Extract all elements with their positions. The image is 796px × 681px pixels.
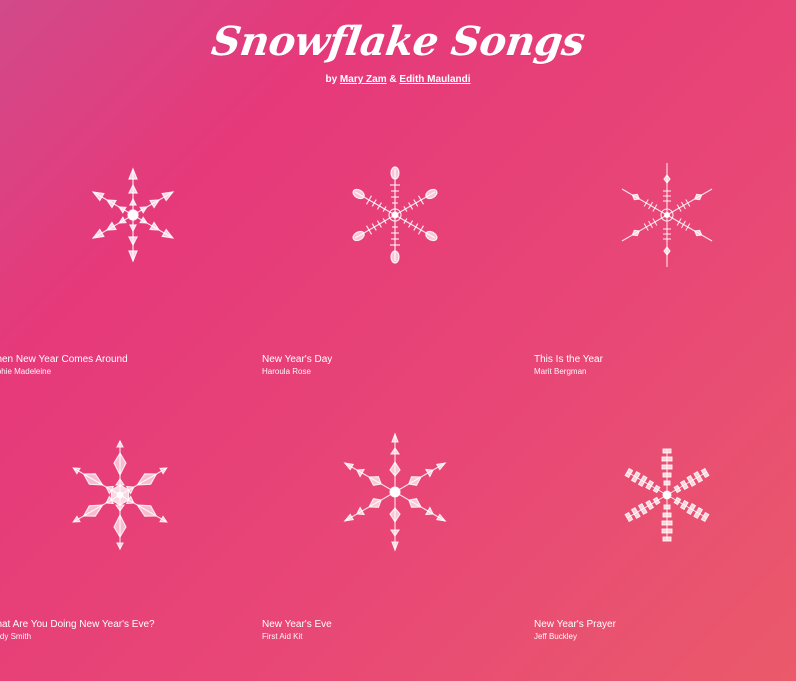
song-title[interactable]: New Year's Prayer bbox=[534, 619, 796, 631]
snowflake-icon[interactable] bbox=[340, 160, 450, 270]
song-caption: New Year's Eve First Aid Kit bbox=[262, 619, 528, 642]
song-caption: New Year's Prayer Jeff Buckley bbox=[534, 619, 796, 642]
song-artist: Mindy Smith bbox=[0, 632, 32, 641]
song-artist: Marit Bergman bbox=[534, 367, 587, 376]
song-card[interactable] bbox=[262, 428, 528, 556]
song-artist: First Aid Kit bbox=[262, 632, 303, 641]
snowflake-icon[interactable] bbox=[78, 160, 188, 270]
song-caption: When New Year Comes Around Sophie Madele… bbox=[0, 354, 253, 377]
song-card[interactable] bbox=[534, 160, 796, 270]
song-title[interactable]: New Year's Day bbox=[262, 354, 528, 366]
byline-prefix: by bbox=[325, 74, 338, 85]
song-card[interactable] bbox=[534, 440, 796, 550]
snowflake-icon[interactable] bbox=[60, 435, 180, 555]
song-title[interactable]: New Year's Eve bbox=[262, 619, 528, 631]
author-link-edith-maulandi[interactable]: Edith Maulandi bbox=[399, 74, 470, 85]
author-link-mary-zam[interactable]: Mary Zam bbox=[340, 74, 387, 85]
page-title: Snowflake Songs bbox=[208, 18, 588, 65]
song-card[interactable] bbox=[0, 160, 266, 270]
song-artist: Jeff Buckley bbox=[534, 632, 577, 641]
song-title[interactable]: When New Year Comes Around bbox=[0, 354, 253, 366]
song-card[interactable] bbox=[262, 160, 528, 270]
song-artist: Sophie Madeleine bbox=[0, 367, 52, 376]
snowflake-icon[interactable] bbox=[331, 428, 459, 556]
song-card[interactable] bbox=[0, 435, 253, 555]
snowflake-icon[interactable] bbox=[612, 160, 722, 270]
snowflake-icon[interactable] bbox=[612, 440, 722, 550]
song-artist: Haroula Rose bbox=[262, 367, 311, 376]
byline: by Mary Zam & Edith Maulandi bbox=[0, 74, 796, 85]
song-caption: New Year's Day Haroula Rose bbox=[262, 354, 528, 377]
song-title[interactable]: This Is the Year bbox=[534, 354, 796, 366]
page-header: Snowflake Songs by Mary Zam & Edith Maul… bbox=[0, 18, 796, 85]
song-title[interactable]: What Are You Doing New Year's Eve? bbox=[0, 619, 253, 631]
song-caption: What Are You Doing New Year's Eve? Mindy… bbox=[0, 619, 253, 642]
song-caption: This Is the Year Marit Bergman bbox=[534, 354, 796, 377]
byline-ampersand: & bbox=[389, 74, 397, 85]
